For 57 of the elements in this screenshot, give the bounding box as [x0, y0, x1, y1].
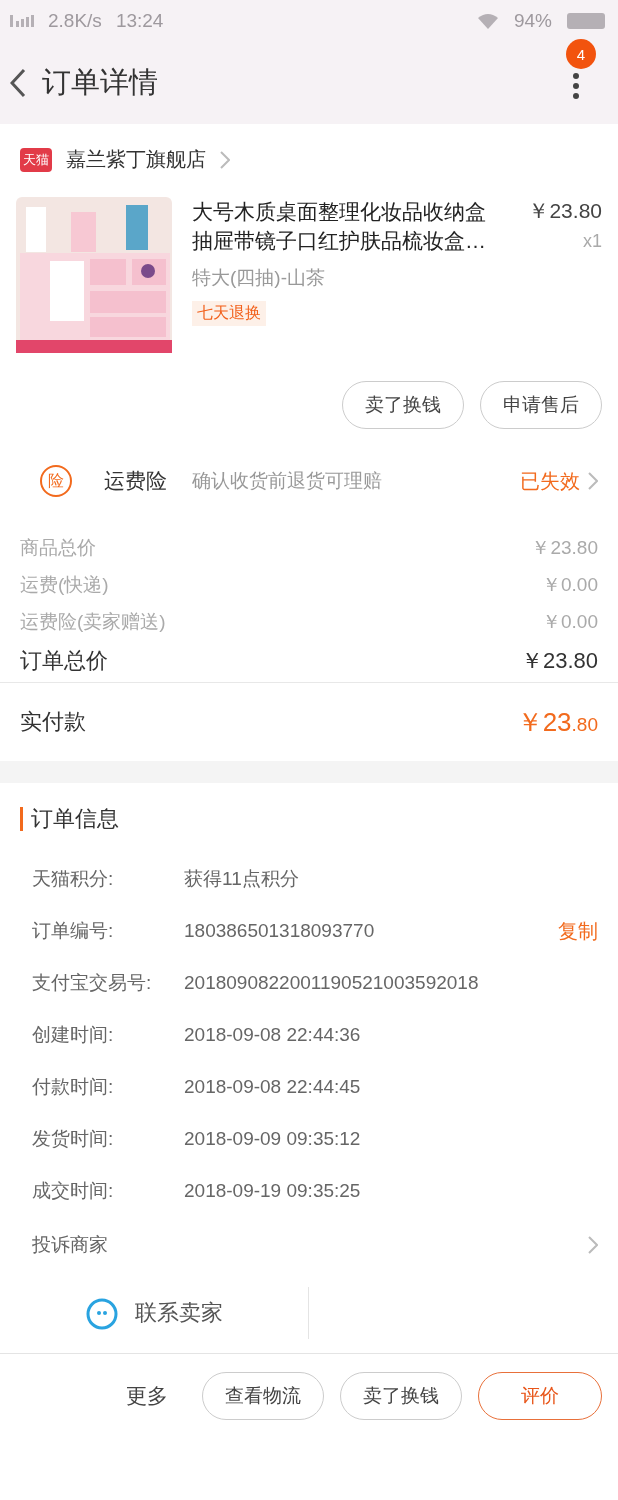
- store-name[interactable]: 嘉兰紫丁旗舰店: [66, 146, 206, 173]
- wifi-icon: [475, 12, 500, 30]
- product-quantity: x1: [583, 231, 602, 252]
- chevron-right-icon: [220, 150, 230, 169]
- info-value: 2018-09-19 09:35:25: [184, 1180, 362, 1202]
- battery-percent: 94%: [513, 10, 552, 32]
- price-label: 商品总价: [20, 535, 96, 560]
- price-value: ￥0.00: [542, 609, 598, 634]
- price-label: 订单总价: [20, 647, 108, 675]
- product-price: ￥23.80: [528, 198, 602, 224]
- network-speed: 2.8K/s: [48, 10, 102, 32]
- insurance-icon: 险: [40, 465, 72, 497]
- info-label: 支付宝交易号:: [32, 971, 153, 995]
- info-label: 发货时间:: [32, 1127, 115, 1151]
- more-icon[interactable]: [572, 71, 580, 101]
- more-link[interactable]: 更多: [126, 1372, 168, 1420]
- price-value: ￥23.80: [520, 647, 598, 675]
- insurance-label: 运费险: [104, 468, 168, 494]
- action-button[interactable]: 评价: [478, 1372, 602, 1420]
- notification-badge: 4: [566, 39, 596, 69]
- contact-seller-button[interactable]: 联系卖家: [0, 1287, 309, 1339]
- info-value: 2018-09-09 09:35:12: [184, 1128, 362, 1150]
- back-icon[interactable]: [10, 68, 26, 98]
- return-policy-tag: 七天退换: [192, 301, 266, 326]
- info-value: 2018090822001190521003592018: [184, 972, 480, 994]
- info-label: 天猫积分:: [32, 867, 115, 891]
- action-button[interactable]: 卖了换钱: [340, 1372, 462, 1420]
- info-label: 订单编号:: [32, 919, 115, 943]
- info-label: 成交时间:: [32, 1179, 115, 1203]
- price-value: ￥23.80: [531, 535, 598, 560]
- battery-icon: [566, 12, 608, 30]
- action-button[interactable]: 卖了换钱: [342, 381, 464, 429]
- store-logo: 天猫: [20, 147, 52, 172]
- chevron-right-icon: [588, 1236, 598, 1254]
- info-label: 创建时间:: [32, 1023, 115, 1047]
- action-button[interactable]: 查看物流: [202, 1372, 324, 1420]
- insurance-description: 确认收货前退货可理赔: [192, 470, 383, 492]
- paid-amount: ￥23.80: [516, 705, 598, 739]
- action-button[interactable]: 申请售后: [480, 381, 602, 429]
- info-label: 付款时间:: [32, 1075, 115, 1099]
- price-label: 运费(快递): [20, 572, 109, 597]
- info-value: 180386501318093770: [184, 920, 376, 942]
- price-label: 运费险(卖家赠送): [20, 609, 166, 634]
- info-value: 获得11点积分: [184, 867, 300, 891]
- chevron-right-icon: [588, 472, 598, 490]
- signal-icon: [10, 13, 34, 29]
- product-title[interactable]: 大号木质桌面整理化妆品收纳盒抽屉带镜子口红护肤品梳妆盒…: [192, 197, 492, 255]
- product-spec: 特大(四抽)-山茶: [192, 266, 325, 290]
- chat-face-icon: [85, 1296, 119, 1330]
- page-title: 订单详情: [42, 65, 159, 100]
- info-value: 2018-09-08 22:44:45: [184, 1076, 362, 1098]
- clock-time: 13:24: [115, 10, 164, 32]
- info-value: 2018-09-08 22:44:36: [184, 1024, 362, 1046]
- complaint-link[interactable]: 投诉商家: [32, 1232, 108, 1258]
- paid-label: 实付款: [20, 708, 86, 736]
- price-value: ￥0.00: [542, 572, 598, 597]
- section-title: 订单信息: [20, 807, 618, 831]
